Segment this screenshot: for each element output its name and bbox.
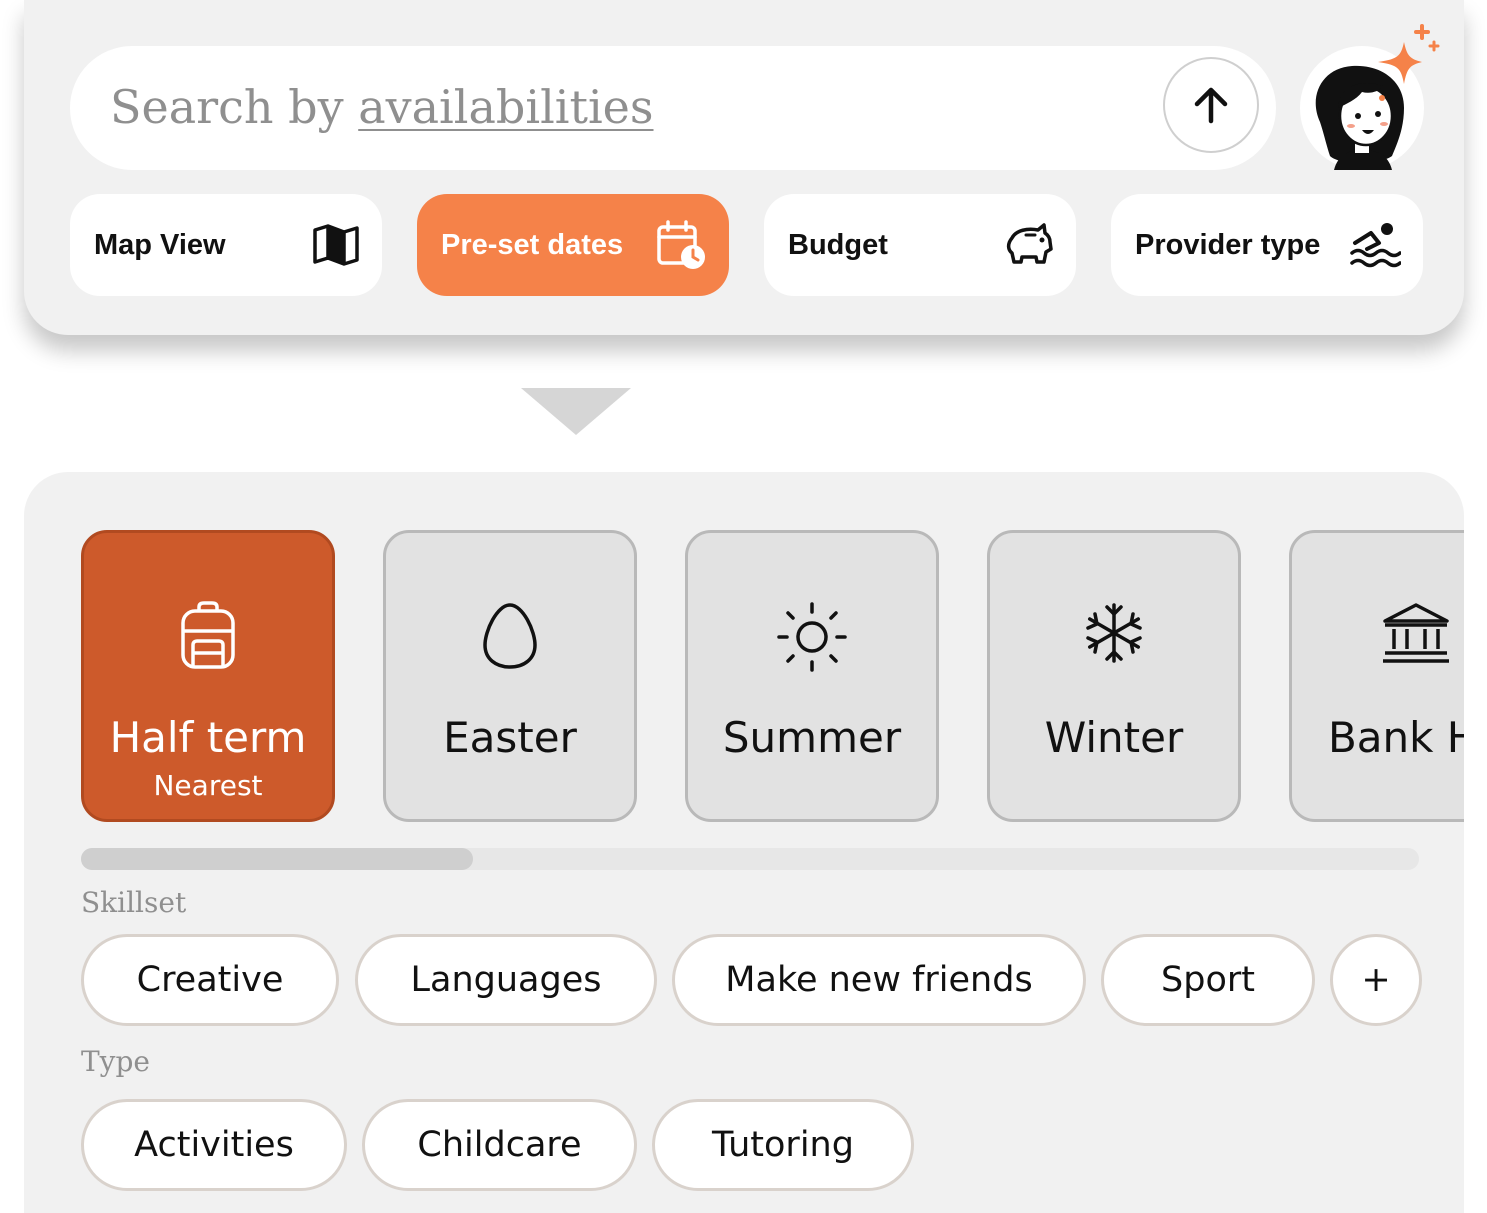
- chip-make-new-friends[interactable]: Make new friends: [672, 934, 1086, 1026]
- chip-languages[interactable]: Languages: [355, 934, 657, 1026]
- piggy-bank-icon: [1006, 223, 1053, 264]
- budget-button[interactable]: Budget: [764, 194, 1076, 296]
- skillset-label: Skillset: [81, 886, 187, 919]
- preset-dates-panel: Half term Nearest Easter Summer Winter B…: [24, 472, 1464, 1213]
- snowflake-icon: [1086, 603, 1142, 663]
- chip-activities[interactable]: Activities: [81, 1099, 347, 1191]
- sun-icon: [777, 602, 847, 672]
- chip-tutoring[interactable]: Tutoring: [652, 1099, 914, 1191]
- season-name: Half term: [109, 713, 307, 762]
- season-name: Winter: [1044, 713, 1184, 762]
- map-icon: [313, 224, 359, 266]
- scrollbar-thumb[interactable]: [81, 848, 473, 870]
- map-view-button[interactable]: Map View: [70, 194, 382, 296]
- season-name: Summer: [722, 713, 902, 762]
- filter-label: Budget: [788, 228, 888, 261]
- season-card-bank-holiday[interactable]: Bank Ho: [1289, 530, 1464, 822]
- add-skill-button[interactable]: +: [1330, 934, 1422, 1026]
- egg-icon: [483, 603, 537, 669]
- season-name: Bank Ho: [1327, 713, 1464, 762]
- chip-sport[interactable]: Sport: [1101, 934, 1315, 1026]
- search-input[interactable]: Search by availabilities: [70, 46, 1276, 170]
- sparkle-icon: [1378, 24, 1440, 84]
- type-label: Type: [81, 1045, 150, 1078]
- dropdown-pointer: [521, 388, 631, 435]
- submit-search-button[interactable]: [1163, 57, 1259, 153]
- filter-label: Pre-set dates: [441, 228, 624, 261]
- search-placeholder: Search by availabilities: [110, 80, 654, 134]
- arrow-up-icon: [1194, 87, 1228, 124]
- swimmer-icon: [1350, 223, 1401, 268]
- season-card-winter[interactable]: Winter: [987, 530, 1241, 822]
- filter-label: Map View: [94, 228, 226, 261]
- season-subtitle: Nearest: [153, 769, 263, 802]
- season-card-easter[interactable]: Easter: [383, 530, 637, 822]
- season-name: Easter: [443, 713, 577, 762]
- provider-type-button[interactable]: Provider type: [1111, 194, 1423, 296]
- preset-dates-button[interactable]: Pre-set dates: [417, 194, 729, 296]
- horizontal-scrollbar[interactable]: [81, 848, 1419, 870]
- season-card-summer[interactable]: Summer: [685, 530, 939, 822]
- chip-creative[interactable]: Creative: [81, 934, 339, 1026]
- filter-label: Provider type: [1135, 228, 1321, 261]
- season-card-half-term[interactable]: Half term Nearest: [81, 530, 335, 822]
- backpack-icon: [181, 601, 235, 669]
- chip-childcare[interactable]: Childcare: [362, 1099, 637, 1191]
- search-panel: Search by availabilities Map View Pre-se…: [24, 0, 1464, 335]
- calendar-clock-icon: [657, 220, 705, 269]
- bank-icon: [1383, 603, 1449, 663]
